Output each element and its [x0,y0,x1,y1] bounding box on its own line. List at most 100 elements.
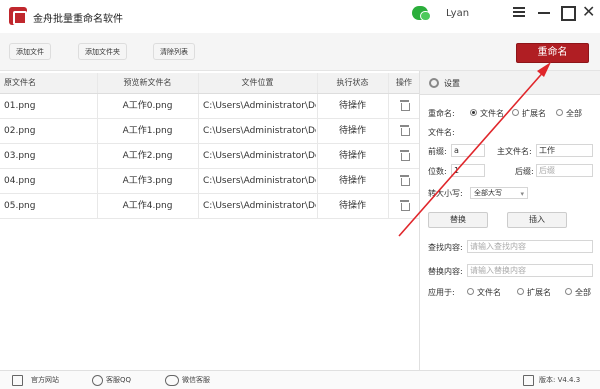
suffix-input[interactable]: 后缀 [536,164,593,177]
home-icon[interactable] [12,375,23,386]
replace-content-label: 替换内容: [428,267,463,276]
file-table: 原文件名 预览新文件名 文件位置 执行状态 操作 01.png A工作0.png… [0,73,419,370]
qq-support-link[interactable]: 客服QQ [106,375,131,385]
qq-icon[interactable] [92,375,103,386]
delete-cell [388,169,419,193]
trash-icon[interactable] [399,100,410,111]
location-cell: C:\Users\Administrator\De... [198,119,316,143]
trash-icon[interactable] [399,200,410,211]
trash-icon[interactable] [399,150,410,161]
username[interactable]: Lyan [446,8,469,19]
delete-cell [388,119,419,143]
original-name-cell: 03.png [4,151,36,161]
footer: 官方网站 客服QQ 微信客服 版本: V4.4.3 [0,370,600,389]
apply-extension-radio[interactable] [517,288,524,295]
apply-all-radio[interactable] [565,288,572,295]
location-cell: C:\Users\Administrator\De... [198,144,316,168]
menu-icon[interactable] [512,5,526,19]
rename-filename-radio[interactable] [470,109,477,116]
status-cell: 待操作 [317,144,387,168]
column-header-location: 文件位置 [198,73,316,93]
find-label: 查找内容: [428,243,463,252]
toolbar: 添加文件 添加文件夹 清除列表 重命名 [0,33,600,71]
settings-title: 设置 [444,79,460,88]
preview-name-cell: A工作3.png [97,169,197,193]
preview-name-cell: A工作2.png [97,144,197,168]
status-cell: 待操作 [317,119,387,143]
location-cell: C:\Users\Administrator\De... [198,194,316,218]
location-cell: C:\Users\Administrator\De... [198,169,316,193]
app-title: 金舟批量重命名软件 [33,14,123,25]
replace-content-input[interactable]: 请输入替换内容 [467,264,593,277]
original-name-cell: 02.png [4,126,36,136]
version-label: 版本: V4.4.3 [539,376,581,384]
digits-input[interactable]: 1 [451,164,485,177]
case-label: 转大小写: [428,189,463,198]
filename-label: 文件名: [428,128,455,137]
rename-label: 重命名: [428,109,455,118]
wechat-icon[interactable] [412,6,431,21]
apply-label: 应用于: [428,288,455,297]
rename-filename-label[interactable]: 文件名 [480,108,504,119]
delete-cell [388,144,419,168]
case-select-value: 全部大写 [474,189,502,197]
column-header-action: 操作 [388,73,419,93]
insert-button[interactable]: 插入 [507,212,567,228]
gear-icon [429,78,439,88]
original-name-cell: 04.png [4,176,36,186]
status-cell: 待操作 [317,94,387,118]
app-logo-icon [9,7,27,25]
settings-header: 设置 [420,71,600,95]
rename-all-radio[interactable] [556,109,563,116]
table-row[interactable]: 05.png A工作4.png C:\Users\Administrator\D… [0,194,419,219]
location-cell: C:\Users\Administrator\De... [198,94,316,118]
table-row[interactable]: 02.png A工作1.png C:\Users\Administrator\D… [0,119,419,144]
status-cell: 待操作 [317,194,387,218]
close-icon[interactable]: ✕ [582,4,596,20]
table-row[interactable]: 03.png A工作2.png C:\Users\Administrator\D… [0,144,419,169]
preview-name-cell: A工作0.png [97,94,197,118]
wechat-support-icon[interactable] [165,375,179,386]
apply-extension-label[interactable]: 扩展名 [527,287,551,298]
main-name-label: 主文件名: [497,147,532,156]
preview-name-cell: A工作1.png [97,119,197,143]
column-header-preview-name: 预览新文件名 [97,73,197,93]
delete-cell [388,194,419,218]
prefix-input[interactable]: a [451,144,485,157]
trash-icon[interactable] [399,125,410,136]
delete-cell [388,94,419,118]
preview-name-cell: A工作4.png [97,194,197,218]
website-link[interactable]: 官方网站 [31,375,59,385]
replace-button[interactable]: 替换 [428,212,488,228]
title-bar: 金舟批量重命名软件 Lyan ✕ [0,0,600,33]
column-header-status: 执行状态 [317,73,387,93]
add-folder-button[interactable]: 添加文件夹 [78,43,127,60]
chevron-down-icon: ▾ [520,190,524,198]
settings-panel: 设置 重命名: 文件名 扩展名 全部 文件名: 前缀: a 主文件名: 工作 位… [419,71,600,370]
find-input[interactable]: 请输入查找内容 [467,240,593,253]
download-icon[interactable] [523,375,534,386]
clear-list-button[interactable]: 清除列表 [153,43,195,60]
minimize-icon[interactable] [537,5,551,19]
original-name-cell: 05.png [4,201,36,211]
add-file-button[interactable]: 添加文件 [9,43,51,60]
status-cell: 待操作 [317,169,387,193]
case-select[interactable]: 全部大写 ▾ [470,187,528,199]
rename-extension-radio[interactable] [512,109,519,116]
table-row[interactable]: 04.png A工作3.png C:\Users\Administrator\D… [0,169,419,194]
digits-label: 位数: [428,167,447,176]
original-name-cell: 01.png [4,101,36,111]
apply-all-label[interactable]: 全部 [575,287,591,298]
rename-all-label[interactable]: 全部 [566,108,582,119]
wechat-support-link[interactable]: 微信客服 [182,375,210,385]
maximize-icon[interactable] [560,5,576,21]
column-header-original-name: 原文件名 [4,78,36,87]
apply-filename-label[interactable]: 文件名 [477,287,501,298]
apply-filename-radio[interactable] [467,288,474,295]
table-header: 原文件名 预览新文件名 文件位置 执行状态 操作 [0,73,419,94]
main-name-input[interactable]: 工作 [536,144,593,157]
trash-icon[interactable] [399,175,410,186]
table-row[interactable]: 01.png A工作0.png C:\Users\Administrator\D… [0,94,419,119]
rename-button[interactable]: 重命名 [516,43,589,63]
rename-extension-label[interactable]: 扩展名 [522,108,546,119]
